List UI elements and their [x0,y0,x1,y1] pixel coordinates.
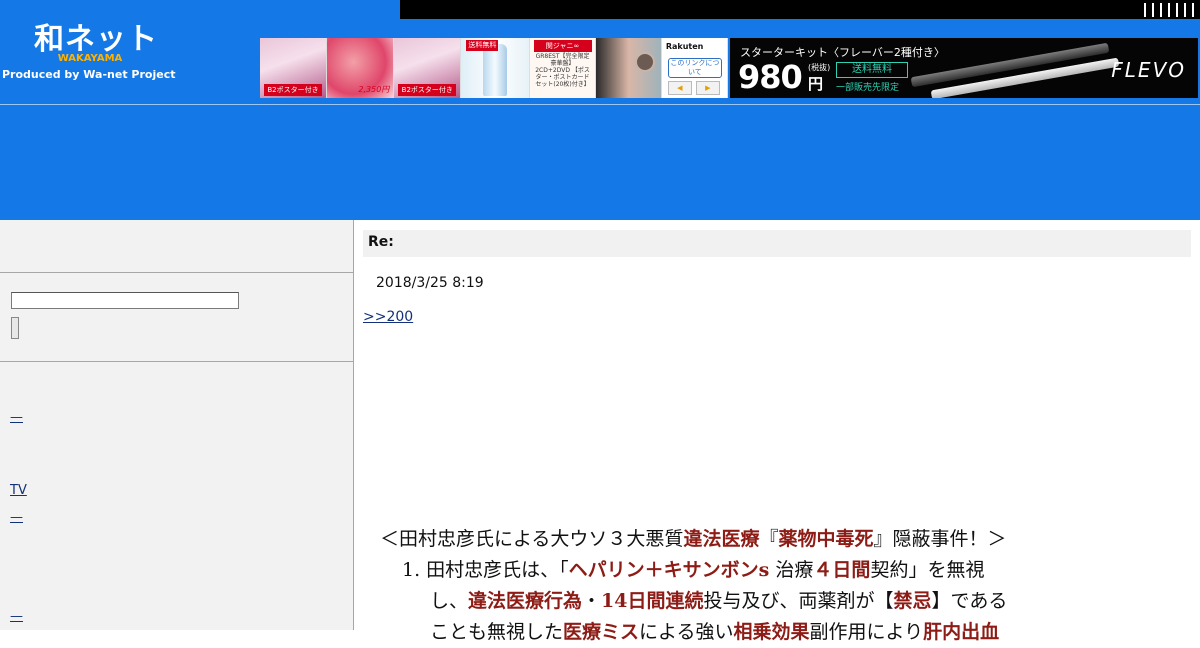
next-arrow-icon[interactable]: ▶ [695,81,720,95]
logo-main-text: 和ネット [34,22,158,57]
text-span: ＜田村忠彦氏による大ウソ３大悪質 [380,528,684,550]
red-text: ４日間 [813,559,871,581]
top-nav-link[interactable] [1152,2,1154,17]
text-span: 『 [759,528,779,550]
search-input[interactable] [11,292,239,309]
text-span: 契約」を無視 [870,559,985,581]
sidebar-divider [0,272,353,273]
sidebar-link[interactable]: — [10,510,23,525]
rakuten-logo: Rakuten [665,42,704,51]
post-title: Re: [368,234,394,250]
contact-lens-image [634,52,655,72]
prev-arrow-icon[interactable]: ◀ [667,81,692,95]
article-line: ことも無視した医療ミスによる強い相乗効果副作用により肝内出血 [380,617,1180,648]
top-nav-link[interactable] [1144,2,1146,17]
text-span: 投与及び、両薬剤が【 [703,590,894,612]
sidebar-divider [0,361,353,362]
flevo-tax: (税抜) [808,63,831,72]
top-nav-link[interactable] [1168,2,1170,17]
logo-subtitle: WAKAYAMA [57,53,123,64]
text-span: 』隠蔽事件！＞ [873,528,1007,550]
about-link-button[interactable]: このリンクについて [667,58,722,78]
water-bottle-image [483,44,508,96]
flevo-free-shipping: 送料無料 [836,62,908,78]
red-text: 薬物中毒死 [778,528,874,550]
article-heading: ＜田村忠彦氏による大ウソ３大悪質違法医療『薬物中毒死』隠蔽事件！＞ [380,524,1180,555]
sidebar: — TV — — [0,220,354,630]
red-text: 肝内出血 [923,621,1000,643]
flevo-yen: 円 [808,75,824,93]
ad-product-5[interactable]: 関ジャニ∞ GR8EST【完全限定豪華盤】2CD+2DVD 【ポスター・ポストカ… [529,38,596,98]
article-line: し、違法医療行為・14日間連続投与及び、両薬剤が【禁忌】である [380,586,1180,617]
post-body-image-text: ＜田村忠彦氏による大ウソ３大悪質違法医療『薬物中毒死』隠蔽事件！＞ 1. 田村忠… [380,524,1180,648]
ad-body: GR8EST【完全限定豪華盤】2CD+2DVD 【ポスター・ポストカードセット(… [535,53,590,88]
text-span: ・ [582,590,602,612]
red-text: 14日間連続 [601,590,704,612]
ad-product-3[interactable]: B2ポスター付き [394,38,462,98]
flevo-price: 980 [738,58,803,96]
red-text: 医療ミス [563,621,640,643]
ad-product-2[interactable]: 2,350円 [327,38,395,98]
ad-head: 関ジャニ∞ [533,40,592,52]
top-nav-links [1144,0,1194,19]
text-span: し、 [430,590,469,612]
text-span: ことも無視した [430,621,564,643]
text-span: による強い [639,621,734,643]
flevo-limited: 一部販売先限定 [836,83,900,93]
rakuten-ad-strip: B2ポスター付き 2,350円 B2ポスター付き 送料無料 関ジャニ∞ GR8E… [260,38,729,98]
flevo-banner-ad[interactable]: スターターキット〈フレーバー2種付き〉 980 (税抜) 円 送料無料 一部販売… [730,38,1198,98]
rakuten-info-panel: Rakuten このリンクについて ◀ ▶ [661,38,729,98]
top-nav-link[interactable] [1184,2,1186,17]
red-text: 違法医療 [683,528,760,550]
sidebar-link[interactable]: — [10,410,23,425]
blue-banner-band [0,105,1200,220]
red-text: 相乗効果 [733,621,810,643]
red-text: 違法医療行為 [468,590,583,612]
sidebar-link-tv[interactable]: TV [10,483,27,498]
logo-tagline: Produced by Wa-net Project [2,68,176,81]
ad-nav-arrows: ◀ ▶ [667,81,720,95]
text-span: 1. 田村忠彦氏は、「 [402,559,569,581]
top-black-strip [400,0,1200,19]
top-nav-link[interactable] [1160,2,1162,17]
top-nav-link[interactable] [1192,2,1194,17]
site-header: 和ネット WAKAYAMA Produced by Wa-net Project… [0,0,1200,105]
red-text: ヘパリン＋キサンボンs [568,559,770,581]
post-header: Re: [363,230,1191,257]
text-span: 副作用により [809,621,924,643]
top-nav-link[interactable] [1176,2,1178,17]
red-text: 禁忌 [893,590,932,612]
ad-price: 2,350円 [358,85,390,94]
text-span: 治療 [769,559,814,581]
ad-tag: 送料無料 [466,40,499,51]
ad-product-6[interactable] [595,38,662,98]
ad-product-1[interactable]: B2ポスター付き [260,38,328,98]
flevo-brand-logo: FLEVO [1111,58,1186,82]
ad-product-4[interactable]: 送料無料 [461,38,530,98]
ad-badge: B2ポスター付き [264,84,322,96]
post-date: 2018/3/25 8:19 [376,275,484,291]
search-button[interactable] [11,317,19,339]
site-logo[interactable]: 和ネット WAKAYAMA Produced by Wa-net Project [0,10,180,90]
sidebar-link[interactable]: — [10,609,23,624]
text-span: 】である [931,590,1008,612]
ad-badge: B2ポスター付き [398,84,457,96]
reply-anchor-link[interactable]: >>200 [363,309,413,325]
article-line: 1. 田村忠彦氏は、「ヘパリン＋キサンボンs 治療４日間契約」を無視 [380,555,1180,586]
